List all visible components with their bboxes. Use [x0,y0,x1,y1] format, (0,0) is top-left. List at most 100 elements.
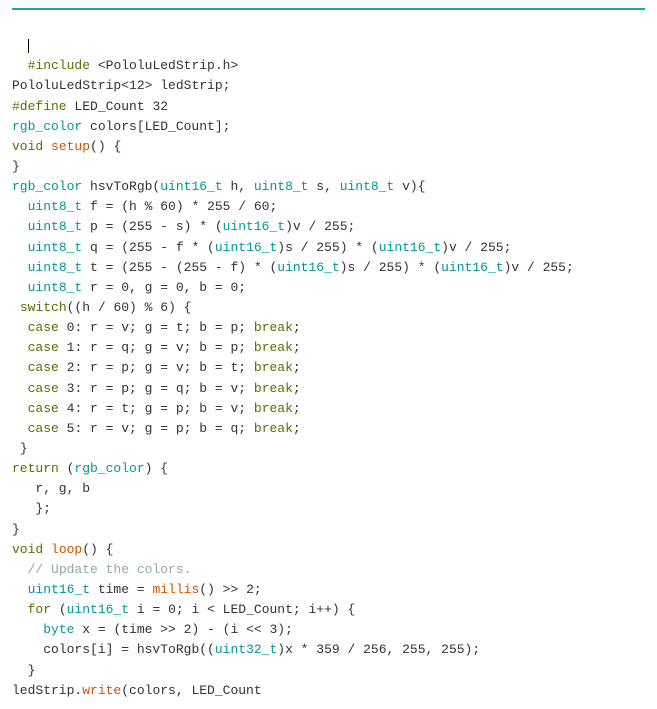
code-token: uint16_t [277,260,339,275]
code-token: : r = p; g = q; b = v; [74,381,253,396]
code-token: ; [293,360,301,375]
code-token: uint16_t [441,260,503,275]
code-token: ) - (i << [191,622,269,637]
code-token [59,401,67,416]
code-token: ( [59,461,75,476]
code-token: () >> [199,582,246,597]
code-token: rgb_color [74,461,144,476]
code-line: #define LED_Count 32 [12,97,645,117]
code-token [59,320,67,335]
code-line: r, g, b [12,479,645,499]
code-line: uint8_t p = (255 - s) * (uint16_t)v / 25… [12,217,645,237]
code-token: 256 [363,642,386,657]
code-token: ) { [168,300,191,315]
code-token: , [387,642,403,657]
code-line: rgb_color colors[LED_Count]; [12,117,645,137]
code-token: uint16_t [160,179,222,194]
code-token: uint16_t [379,240,441,255]
code-token: ((h / [67,300,114,315]
code-token [43,542,51,557]
code-token: break [254,320,293,335]
code-token: ( [51,602,67,617]
code-token: uint16_t [223,219,285,234]
code-token: r = [82,280,121,295]
code-token: break [254,381,293,396]
code-token: void [12,139,43,154]
code-token: ; [269,199,277,214]
code-token: , g = [129,280,176,295]
code-token: uint32_t [215,642,277,657]
code-line: case 2: r = p; g = v; b = t; break; [12,358,645,378]
code-token: 255 [316,240,339,255]
code-line: return (rgb_color) { [12,459,645,479]
code-token: 255 [324,219,347,234]
code-line: uint8_t f = (h % 60) * 255 / 60; [12,197,645,217]
code-token: ; [566,260,574,275]
code-token: 255 [379,260,402,275]
code-line: void setup() { [12,137,645,157]
code-line: ledStrip.write(colors, LED_Count [12,681,645,701]
code-token: 3 [269,622,277,637]
code-line: case 0: r = v; g = t; b = p; break; [12,318,645,338]
code-line: byte x = (time >> 2) - (i << 3); [12,620,645,640]
code-token: )v / [441,240,480,255]
code-token: 255 [441,642,464,657]
code-token: hsvToRgb( [82,179,160,194]
code-token: case [28,381,59,396]
code-token: case [28,320,59,335]
code-token: uint16_t [215,240,277,255]
code-token: 60 [113,300,129,315]
code-token: rgb_color [12,179,82,194]
code-line: colors[i] = hsvToRgb((uint32_t)x * 359 /… [12,640,645,660]
code-token: setup [51,139,90,154]
code-line: switch((h / 60) % 6) { [12,298,645,318]
code-token: > [230,58,238,73]
code-token: ) * [176,199,207,214]
code-token: ; [504,240,512,255]
code-line: uint8_t t = (255 - (255 - f) * (uint16_t… [12,258,645,278]
code-token: case [28,421,59,436]
code-line: case 3: r = p; g = q; b = v; break; [12,379,645,399]
code-token: r, g, b [35,481,90,496]
code-token: v){ [394,179,425,194]
code-token: 255 [184,260,207,275]
code-token: 255 [129,260,152,275]
code-token: : r = v; g = p; b = q; [74,421,253,436]
code-token: (colors, LED_Count [121,683,261,698]
code-token: )v / [285,219,324,234]
code-token: uint8_t [28,280,83,295]
code-token: break [254,360,293,375]
code-token: 60 [160,199,176,214]
code-token: )v / [504,260,543,275]
code-token: colors[i] = hsvToRgb(( [43,642,215,657]
code-line: for (uint16_t i = 0; i < LED_Count; i++)… [12,600,645,620]
code-token: / [230,199,253,214]
code-line: case 1: r = q; g = v; b = p; break; [12,338,645,358]
code-line: } [12,661,645,681]
code-token: uint16_t [28,582,90,597]
code-token: switch [20,300,67,315]
code-token: , [426,642,442,657]
code-token: 2 [246,582,254,597]
code-token: 6 [160,300,168,315]
code-token: 0 [121,280,129,295]
code-token: 0 [168,602,176,617]
code-token: : r = p; g = v; b = t; [74,360,253,375]
code-editor[interactable]: #include <PololuLedStrip.h>PololuLedStri… [12,8,645,701]
code-token: } [12,522,20,537]
code-token: }; [35,501,51,516]
code-token: 0 [176,280,184,295]
code-token: - f * ( [152,240,214,255]
code-token: ; [348,219,356,234]
code-line: case 4: r = t; g = p; b = v; break; [12,399,645,419]
code-token: x = (time >> [74,622,183,637]
code-token: < [121,78,129,93]
code-token: uint8_t [254,179,309,194]
code-token: 255 [129,240,152,255]
code-line: uint8_t r = 0, g = 0, b = 0; [12,278,645,298]
code-token: uint8_t [28,199,83,214]
code-token: . [215,58,223,73]
code-token: ) { [145,461,168,476]
code-token: colors[LED_Count]; [82,119,230,134]
code-token: ; [254,582,262,597]
